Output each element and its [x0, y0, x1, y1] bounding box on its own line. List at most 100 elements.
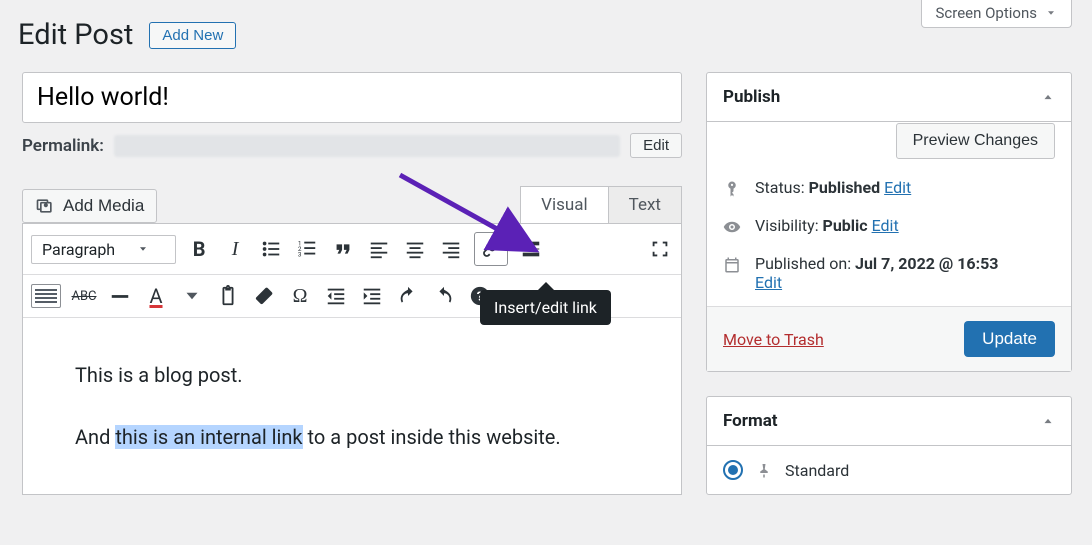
- fullscreen-icon: [649, 238, 671, 260]
- media-icon: [35, 196, 55, 216]
- published-on-row: Published on: Jul 7, 2022 @ 16:53 Edit: [723, 254, 1055, 292]
- format-standard-option[interactable]: Standard: [723, 460, 1055, 480]
- editor-box: Paragraph B I 123 ABC A T Ω: [22, 223, 682, 495]
- format-metabox: Format Standard: [706, 396, 1072, 495]
- screen-options-label: Screen Options: [936, 4, 1038, 22]
- align-center-icon: [404, 238, 426, 260]
- radio-button: [723, 460, 743, 480]
- strikethrough-button[interactable]: ABC: [71, 283, 97, 309]
- content-paragraph-1: This is a blog post.: [75, 358, 629, 392]
- outdent-icon: [325, 285, 347, 307]
- toolbar-toggle-button[interactable]: [31, 284, 61, 308]
- sidebar: Publish Preview Changes Status: Publishe…: [706, 72, 1072, 519]
- post-title-input[interactable]: [22, 72, 682, 123]
- editor-tabs: Visual Text: [520, 186, 682, 223]
- italic-button[interactable]: I: [222, 236, 248, 262]
- paste-text-button[interactable]: T: [215, 283, 241, 309]
- key-icon: [723, 180, 741, 198]
- indent-icon: [361, 285, 383, 307]
- numbered-list-button[interactable]: 123: [294, 236, 320, 262]
- selected-text: this is an internal link: [115, 425, 302, 449]
- screen-options-toggle[interactable]: Screen Options: [921, 0, 1073, 28]
- publish-metabox: Publish Preview Changes Status: Publishe…: [706, 72, 1072, 372]
- page-header: Edit Post Add New: [18, 18, 236, 52]
- published-on-label: Published on:: [755, 254, 855, 273]
- add-media-button[interactable]: Add Media: [22, 189, 157, 223]
- undo-icon: [397, 285, 419, 307]
- horizontal-rule-button[interactable]: [107, 283, 133, 309]
- visibility-row: Visibility: Public Edit: [723, 216, 1055, 236]
- numbered-list-icon: 123: [296, 238, 318, 260]
- insert-link-button[interactable]: [474, 232, 508, 266]
- insert-link-tooltip: Insert/edit link: [480, 290, 611, 325]
- publish-box-header[interactable]: Publish: [707, 73, 1071, 122]
- permalink-edit-button[interactable]: Edit: [630, 133, 682, 158]
- bulleted-list-button[interactable]: [258, 236, 284, 262]
- align-right-button[interactable]: [438, 236, 464, 262]
- visibility-edit-link[interactable]: Edit: [872, 216, 899, 235]
- hr-icon: [109, 285, 131, 307]
- content-paragraph-2: And this is an internal link to a post i…: [75, 420, 629, 454]
- chevron-down-icon: [137, 243, 149, 255]
- move-to-trash-link[interactable]: Move to Trash: [723, 330, 824, 349]
- redo-button[interactable]: [431, 283, 457, 309]
- read-more-button[interactable]: [518, 236, 544, 262]
- permalink-url: [114, 135, 620, 157]
- undo-button[interactable]: [395, 283, 421, 309]
- pin-icon: [755, 461, 773, 479]
- text-color-button[interactable]: A: [143, 283, 169, 309]
- blockquote-button[interactable]: [330, 236, 356, 262]
- read-more-icon: [520, 238, 542, 260]
- format-standard-label: Standard: [785, 461, 849, 480]
- tab-text[interactable]: Text: [609, 187, 681, 223]
- status-label: Status:: [755, 178, 809, 197]
- bulleted-list-icon: [260, 238, 282, 260]
- format-box-header[interactable]: Format: [707, 397, 1071, 446]
- publish-footer: Move to Trash Update: [707, 306, 1071, 371]
- align-left-button[interactable]: [366, 236, 392, 262]
- editor-column: Permalink: Edit Add Media Visual Text Pa…: [22, 72, 682, 495]
- add-new-button[interactable]: Add New: [149, 22, 236, 49]
- special-character-button[interactable]: Ω: [287, 283, 313, 309]
- calendar-icon: [723, 256, 741, 274]
- bold-button[interactable]: B: [186, 236, 212, 262]
- fullscreen-button[interactable]: [647, 236, 673, 262]
- chevron-down-icon: [1045, 7, 1057, 19]
- indent-button[interactable]: [359, 283, 385, 309]
- published-on-value: Jul 7, 2022 @ 16:53: [855, 254, 998, 273]
- editor-content[interactable]: This is a blog post. And this is an inte…: [23, 318, 681, 494]
- chevron-up-icon: [1041, 414, 1055, 428]
- link-icon: [480, 238, 502, 260]
- page-title: Edit Post: [18, 18, 133, 52]
- visibility-value: Public: [823, 216, 868, 235]
- status-edit-link[interactable]: Edit: [884, 178, 911, 197]
- update-button[interactable]: Update: [964, 321, 1055, 357]
- paragraph-select[interactable]: Paragraph: [31, 235, 176, 264]
- align-right-icon: [440, 238, 462, 260]
- svg-text:T: T: [225, 293, 230, 302]
- chevron-up-icon: [1041, 90, 1055, 104]
- text-after: to a post inside this website.: [303, 425, 561, 449]
- text-before: And: [75, 425, 115, 449]
- status-row: Status: Published Edit: [723, 178, 1055, 198]
- align-left-icon: [368, 238, 390, 260]
- redo-icon: [433, 285, 455, 307]
- toolbar-row-1: Paragraph B I 123: [23, 224, 681, 275]
- blockquote-icon: [332, 238, 354, 260]
- eraser-icon: [253, 285, 275, 307]
- status-value: Published: [809, 178, 881, 197]
- clear-formatting-button[interactable]: [251, 283, 277, 309]
- align-center-button[interactable]: [402, 236, 428, 262]
- tab-visual[interactable]: Visual: [521, 187, 608, 223]
- text-color-caret[interactable]: [179, 283, 205, 309]
- permalink-row: Permalink: Edit: [22, 133, 682, 158]
- published-on-edit-link[interactable]: Edit: [755, 273, 782, 292]
- outdent-button[interactable]: [323, 283, 349, 309]
- preview-changes-button[interactable]: Preview Changes: [896, 123, 1055, 159]
- add-media-label: Add Media: [63, 196, 144, 216]
- chevron-down-icon: [181, 285, 203, 307]
- svg-text:3: 3: [298, 250, 302, 258]
- eye-icon: [723, 218, 741, 236]
- visibility-label: Visibility:: [755, 216, 823, 235]
- paragraph-select-label: Paragraph: [42, 240, 115, 259]
